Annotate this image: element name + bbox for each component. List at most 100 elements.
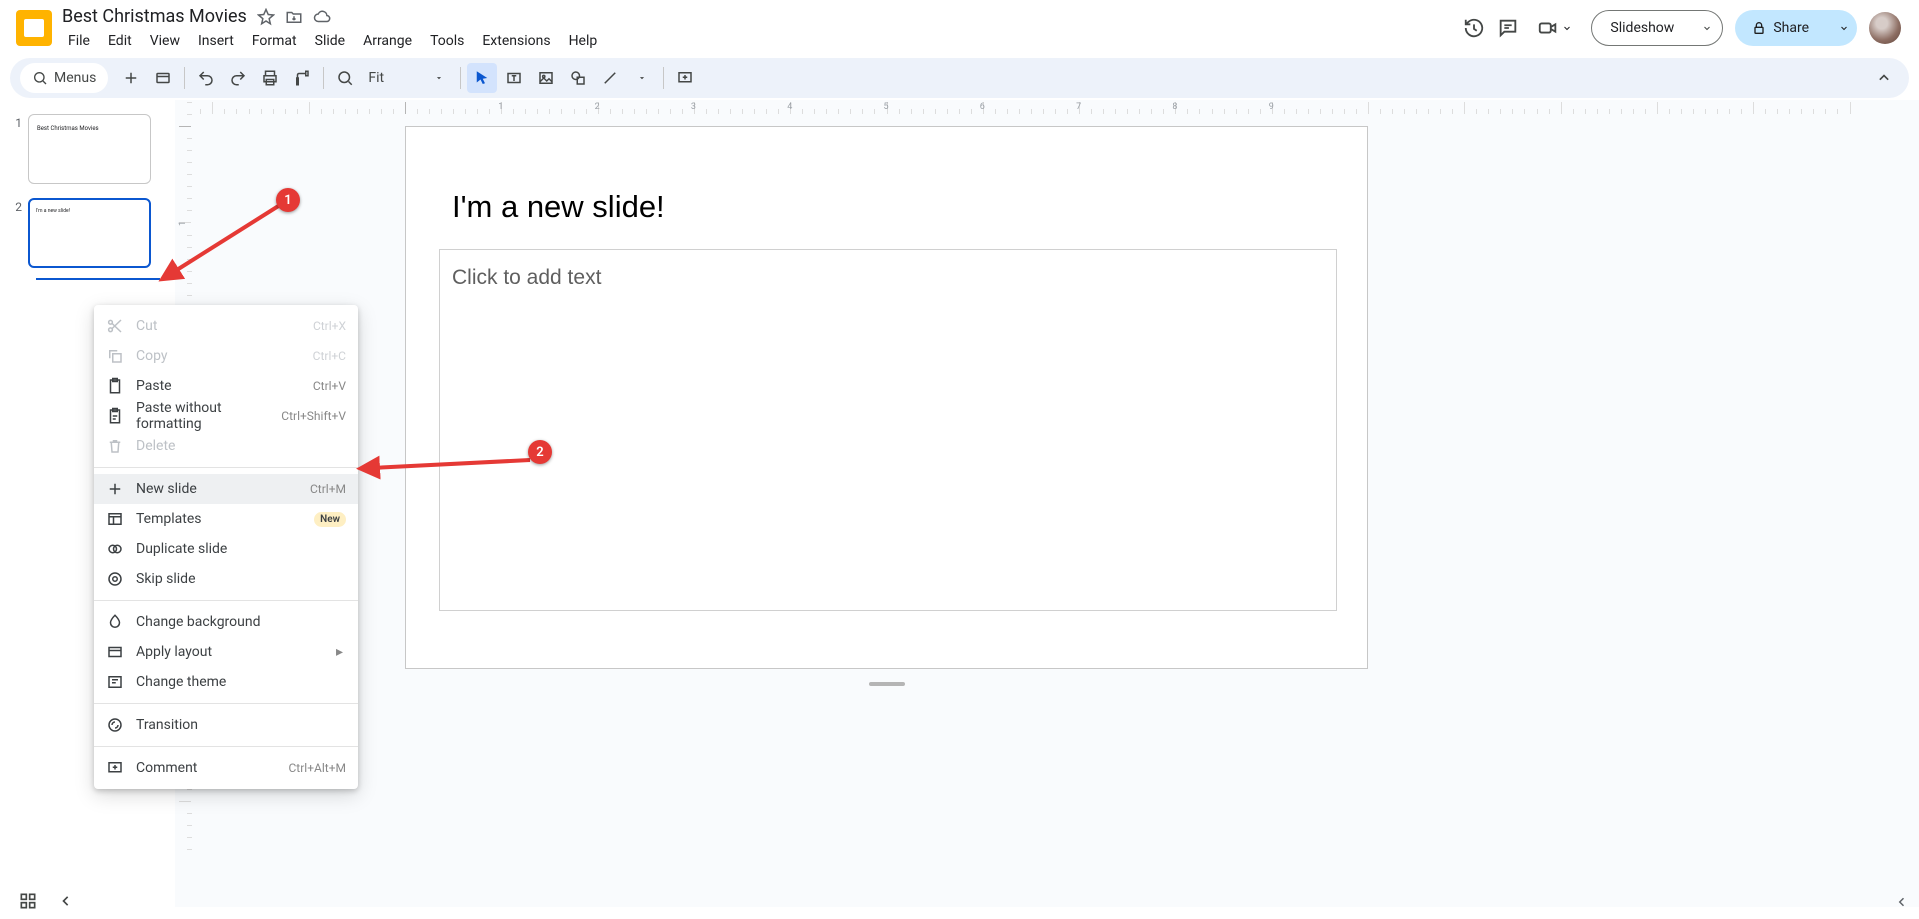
slide-thumb-1[interactable]: 1 Best Christmas Movies bbox=[12, 114, 169, 184]
history-icon[interactable] bbox=[1463, 17, 1485, 39]
slide-title-text[interactable]: I'm a new slide! bbox=[452, 189, 665, 225]
titlebar: Best Christmas Movies File Edit View Ins… bbox=[0, 0, 1919, 58]
slides-app-icon[interactable] bbox=[16, 10, 52, 46]
paint-format-button[interactable] bbox=[287, 63, 317, 93]
select-tool-button[interactable] bbox=[467, 63, 497, 93]
context-menu-label: Delete bbox=[136, 438, 346, 454]
slideshow-dropdown[interactable] bbox=[1692, 22, 1722, 34]
horizontal-ruler: 123456789 bbox=[195, 100, 1919, 118]
context-menu-item-delete: Delete bbox=[94, 431, 358, 461]
cloud-status-icon[interactable] bbox=[313, 8, 331, 26]
annotation-dot-2: 2 bbox=[528, 440, 552, 464]
context-menu[interactable]: CutCtrl+X Copy Ctrl+C Paste Ctrl+V Paste with… bbox=[94, 305, 358, 789]
new-slide-button[interactable] bbox=[116, 63, 146, 93]
collapse-toolbar-button[interactable] bbox=[1869, 63, 1899, 93]
search-menus-button[interactable]: Menus bbox=[20, 63, 108, 93]
context-menu-item-cut: CutCtrl+X bbox=[94, 311, 358, 341]
menu-edit[interactable]: Edit bbox=[100, 29, 140, 53]
context-menu-item-paste-without-formatting[interactable]: Paste without formattingCtrl+Shift+V bbox=[94, 401, 358, 431]
ruler-label: 4 bbox=[787, 102, 792, 112]
menu-tools[interactable]: Tools bbox=[422, 29, 472, 53]
undo-button[interactable] bbox=[191, 63, 221, 93]
document-title[interactable]: Best Christmas Movies bbox=[62, 6, 247, 27]
thumb-title: I'm a new slide! bbox=[36, 208, 70, 214]
new-badge: New bbox=[314, 512, 346, 527]
slideshow-button[interactable]: Slideshow bbox=[1591, 10, 1723, 46]
shape-tool-button[interactable] bbox=[563, 63, 593, 93]
speaker-notes-handle[interactable] bbox=[869, 682, 905, 686]
context-menu-item-copy: Copy Ctrl+C bbox=[94, 341, 358, 371]
ruler-label: 6 bbox=[980, 102, 985, 112]
context-menu-label: Paste bbox=[136, 378, 301, 394]
explore-icon[interactable] bbox=[1893, 893, 1911, 911]
redo-button[interactable] bbox=[223, 63, 253, 93]
keyboard-shortcut: Ctrl+C bbox=[313, 349, 346, 363]
record-button[interactable] bbox=[1531, 13, 1579, 43]
menu-arrange[interactable]: Arrange bbox=[355, 29, 420, 53]
menu-view[interactable]: View bbox=[142, 29, 188, 53]
ruler-label: 8 bbox=[1172, 102, 1177, 112]
share-label: Share bbox=[1773, 20, 1809, 36]
context-menu-label: Comment bbox=[136, 760, 277, 776]
zoom-level-label: Fit bbox=[368, 70, 384, 86]
context-menu-label: Copy bbox=[136, 348, 301, 364]
menu-insert[interactable]: Insert bbox=[190, 29, 242, 53]
thumb-number: 1 bbox=[12, 114, 28, 130]
keyboard-shortcut: Ctrl+V bbox=[313, 379, 346, 393]
image-tool-button[interactable] bbox=[531, 63, 561, 93]
context-menu-label: Templates bbox=[136, 511, 302, 527]
grid-view-icon[interactable] bbox=[18, 891, 38, 911]
add-comment-button[interactable] bbox=[670, 63, 700, 93]
context-menu-item-apply-layout[interactable]: Apply layout▸ bbox=[94, 637, 358, 667]
share-button[interactable]: Share bbox=[1735, 10, 1857, 46]
zoom-tool-button[interactable] bbox=[330, 63, 360, 93]
camera-icon bbox=[1537, 17, 1559, 39]
thumb-number: 2 bbox=[12, 198, 28, 214]
textbox-tool-button[interactable] bbox=[499, 63, 529, 93]
menubar: File Edit View Insert Format Slide Arran… bbox=[58, 27, 605, 53]
line-dropdown[interactable] bbox=[627, 63, 657, 93]
menu-format[interactable]: Format bbox=[244, 29, 305, 53]
context-menu-separator bbox=[94, 600, 358, 601]
annotation-dot-1: 1 bbox=[276, 188, 300, 212]
menu-slide[interactable]: Slide bbox=[307, 29, 353, 53]
move-folder-icon[interactable] bbox=[285, 8, 303, 26]
keyboard-shortcut: Ctrl+Shift+V bbox=[281, 409, 346, 423]
zoom-level-select[interactable]: Fit bbox=[362, 70, 422, 86]
context-menu-item-duplicate-slide[interactable]: Duplicate slide bbox=[94, 534, 358, 564]
canvas-area[interactable]: 123456789 I'm a new slide! Click to add … bbox=[195, 100, 1919, 907]
filmstrip-footer bbox=[18, 891, 76, 911]
menu-help[interactable]: Help bbox=[561, 29, 606, 53]
context-menu-item-skip-slide[interactable]: Skip slide bbox=[94, 564, 358, 594]
comments-icon[interactable] bbox=[1497, 17, 1519, 39]
new-slide-layout-button[interactable] bbox=[148, 63, 178, 93]
context-menu-item-change-theme[interactable]: Change theme bbox=[94, 667, 358, 697]
line-tool-button[interactable] bbox=[595, 63, 625, 93]
slide-thumb-2[interactable]: 2 I'm a new slide! bbox=[12, 198, 169, 268]
ruler-label: 2 bbox=[595, 102, 600, 112]
context-menu-label: Change background bbox=[136, 614, 346, 630]
ruler-label: 5 bbox=[884, 102, 889, 112]
context-menu-item-change-background[interactable]: Change background bbox=[94, 607, 358, 637]
context-menu-item-paste[interactable]: Paste Ctrl+V bbox=[94, 371, 358, 401]
slide-body-placeholder[interactable]: Click to add text bbox=[439, 249, 1337, 611]
share-dropdown[interactable] bbox=[1831, 22, 1857, 34]
menu-file[interactable]: File bbox=[60, 29, 98, 53]
zoom-dropdown[interactable] bbox=[424, 63, 454, 93]
context-menu-separator bbox=[94, 746, 358, 747]
star-icon[interactable] bbox=[257, 8, 275, 26]
menu-extensions[interactable]: Extensions bbox=[474, 29, 558, 53]
collapse-filmstrip-icon[interactable] bbox=[56, 891, 76, 911]
context-menu-item-new-slide[interactable]: New slideCtrl+M bbox=[94, 474, 358, 504]
context-menu-item-transition[interactable]: Transition bbox=[94, 710, 358, 740]
print-button[interactable] bbox=[255, 63, 285, 93]
context-menu-item-templates[interactable]: Templates New bbox=[94, 504, 358, 534]
search-icon bbox=[32, 70, 48, 86]
slide-canvas[interactable]: I'm a new slide! Click to add text bbox=[405, 126, 1368, 669]
account-avatar[interactable] bbox=[1869, 12, 1901, 44]
submenu-arrow-icon: ▸ bbox=[336, 644, 346, 660]
context-menu-item-comment[interactable]: CommentCtrl+Alt+M bbox=[94, 753, 358, 783]
ruler-label: 1 bbox=[178, 221, 188, 226]
context-menu-separator bbox=[94, 467, 358, 468]
keyboard-shortcut: Ctrl+M bbox=[310, 482, 346, 496]
